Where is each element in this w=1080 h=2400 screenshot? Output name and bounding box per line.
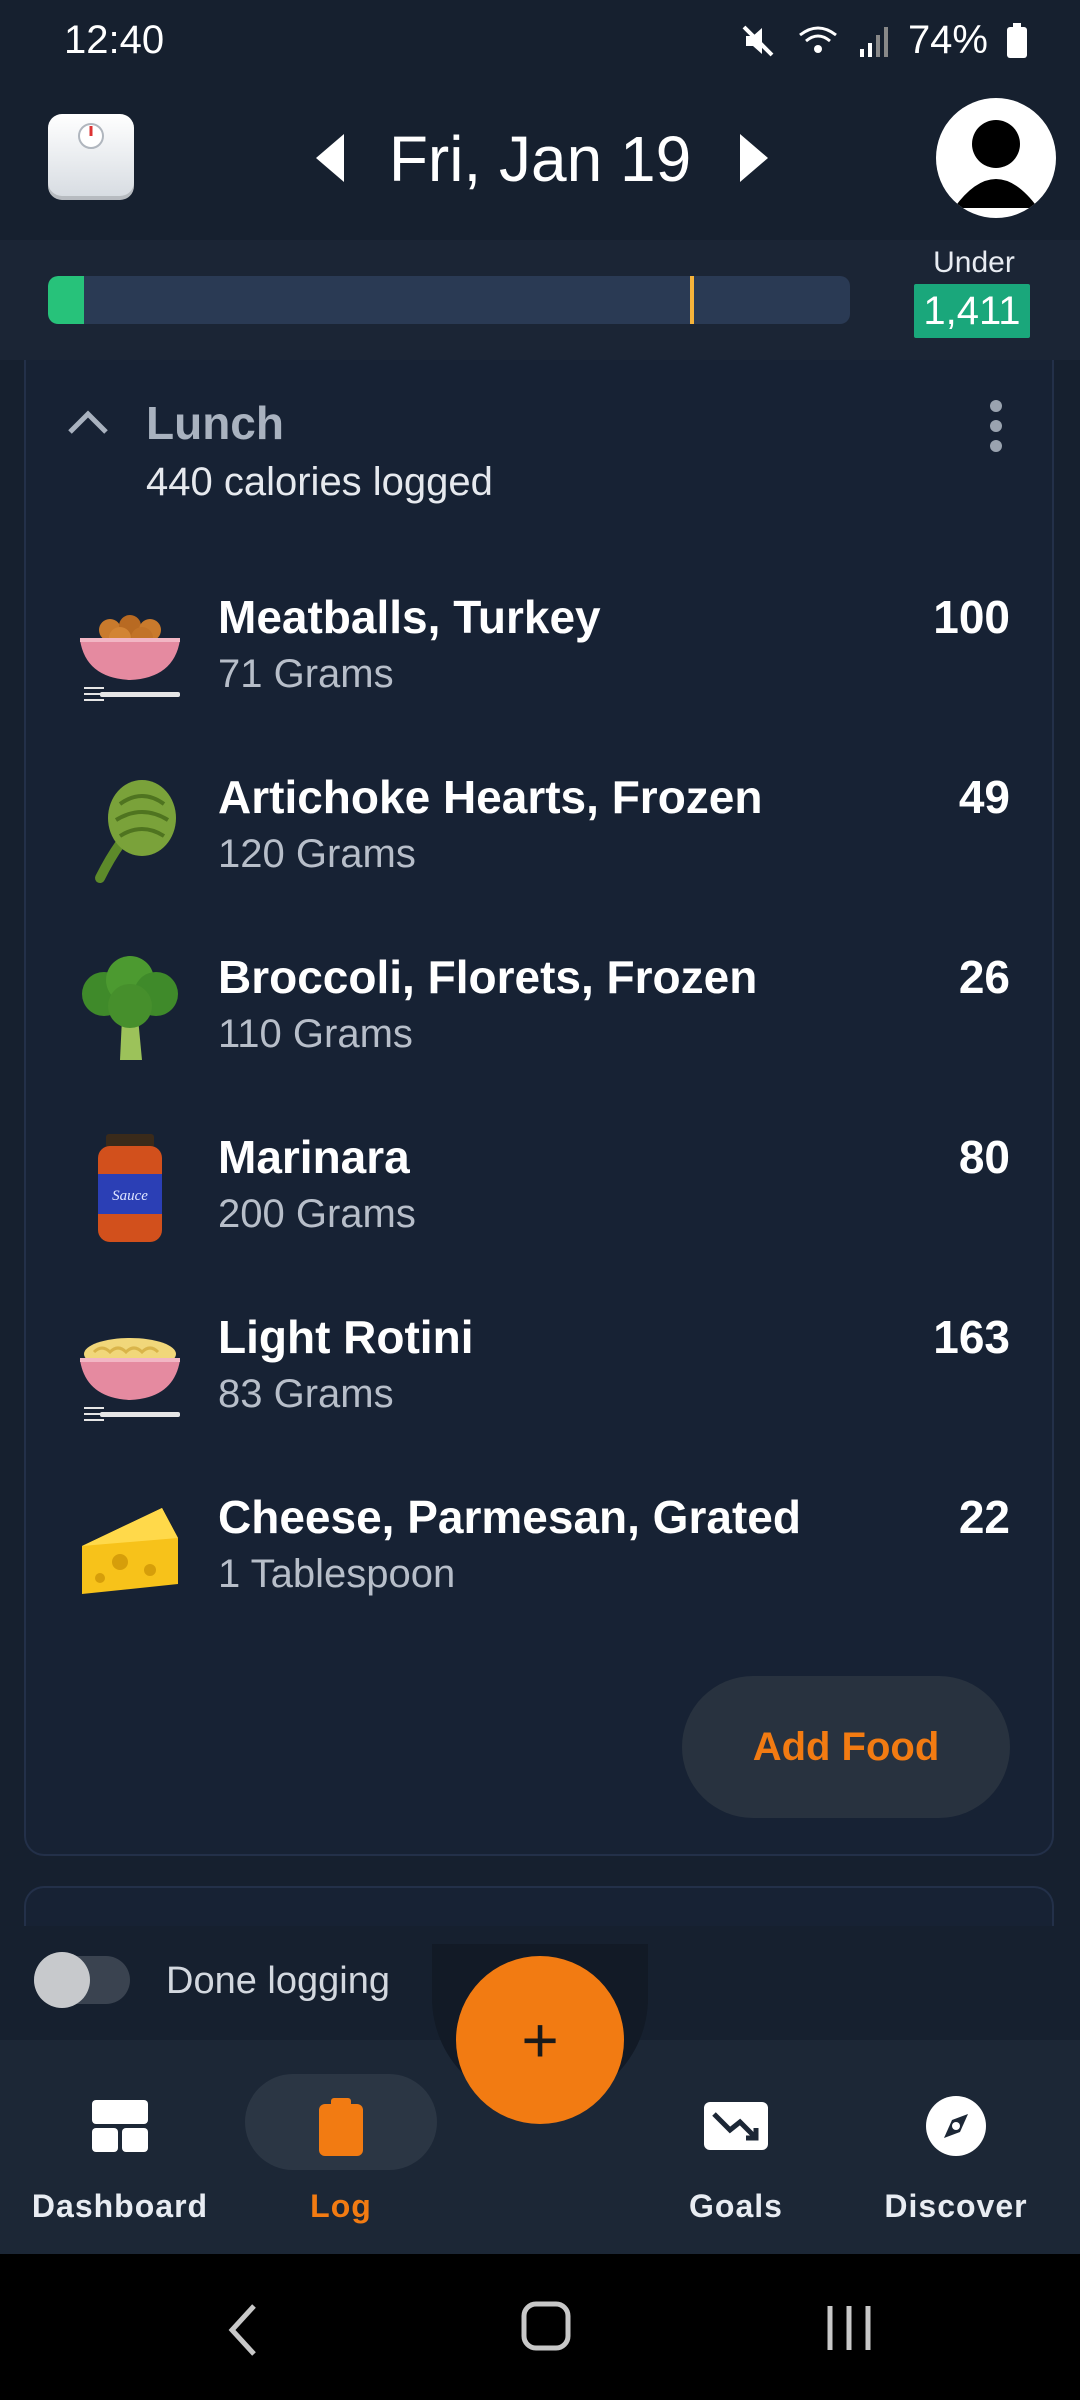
food-row[interactable]: Artichoke Hearts, Frozen 120 Grams 49 [26, 756, 1056, 936]
food-quantity: 71 Grams [218, 652, 394, 696]
cheese-icon [70, 1488, 190, 1608]
broccoli-icon [70, 948, 190, 1068]
food-quantity: 1 Tablespoon [218, 1552, 456, 1596]
mute-icon [738, 21, 778, 61]
food-name: Light Rotini [218, 1311, 474, 1363]
quick-add-button[interactable]: + [456, 1956, 624, 2124]
meal-card-lunch: Lunch 440 calories logged Meatballs, Tur… [24, 360, 1054, 1856]
sauce-jar-icon: Sauce [70, 1128, 190, 1248]
food-name: Broccoli, Florets, Frozen [218, 951, 758, 1003]
food-name: Cheese, Parmesan, Grated [218, 1491, 801, 1543]
chevron-up-icon[interactable] [66, 408, 110, 443]
trend-down-icon [704, 2094, 768, 2158]
nav-label-log: Log [310, 2188, 372, 2224]
status-time: 12:40 [64, 18, 165, 62]
back-icon[interactable] [226, 2302, 260, 2363]
under-label: Under [933, 246, 1015, 279]
status-icons: 74% [738, 18, 1028, 63]
calorie-progress-track [48, 276, 850, 324]
meal-title: Lunch [146, 397, 284, 449]
food-quantity: 120 Grams [218, 832, 416, 876]
top-app-bar: Fri, Jan 19 [0, 86, 1080, 240]
calorie-budget-bar: Under 1,411 [0, 240, 1080, 360]
previous-day-button[interactable] [312, 132, 348, 189]
battery-percent: 74% [907, 18, 988, 62]
nav-label-discover: Discover [884, 2188, 1028, 2224]
add-food-button[interactable]: Add Food [682, 1676, 1010, 1818]
more-options-icon[interactable] [986, 400, 1006, 460]
sauce-label: Sauce [112, 1188, 148, 1204]
meatball-bowl-icon [70, 588, 190, 708]
profile-avatar[interactable] [936, 98, 1056, 218]
nav-goals[interactable]: Goals [616, 2040, 856, 2254]
food-quantity: 83 Grams [218, 1372, 394, 1416]
recents-icon[interactable] [824, 2302, 874, 2359]
nav-label-dashboard: Dashboard [31, 2188, 209, 2224]
next-meal-card [24, 1886, 1054, 1926]
next-day-button[interactable] [736, 132, 772, 189]
food-row[interactable]: Meatballs, Turkey 71 Grams 100 [26, 576, 1056, 756]
status-bar: 12:40 74% [0, 0, 1080, 86]
under-value-badge: 1,411 [914, 284, 1030, 338]
food-name: Meatballs, Turkey [218, 591, 601, 643]
food-calories: 80 [958, 1131, 1010, 1183]
nav-log[interactable]: Log [221, 2040, 461, 2254]
nav-label-goals: Goals [689, 2188, 783, 2224]
nav-dashboard[interactable]: Dashboard [0, 2040, 240, 2254]
done-logging-toggle[interactable] [34, 1952, 130, 2008]
food-calories: 49 [958, 771, 1010, 823]
calorie-progress-fill [48, 276, 84, 324]
food-name: Artichoke Hearts, Frozen [218, 771, 763, 823]
food-row[interactable]: Cheese, Parmesan, Grated 1 Tablespoon 22 [26, 1476, 1056, 1656]
wifi-icon [796, 21, 840, 61]
food-calories: 163 [933, 1311, 1010, 1363]
toggle-knob [34, 1952, 90, 2008]
food-calories: 22 [958, 1491, 1010, 1543]
food-row[interactable]: Sauce Marinara 200 Grams 80 [26, 1116, 1056, 1296]
scale-icon[interactable] [48, 114, 134, 200]
dashboard-icon [88, 2094, 152, 2158]
signal-icon [858, 21, 890, 61]
food-calories: 26 [958, 951, 1010, 1003]
goal-marker [690, 276, 694, 324]
battery-icon [1006, 22, 1028, 59]
food-quantity: 200 Grams [218, 1192, 416, 1236]
nav-discover[interactable]: Discover [836, 2040, 1076, 2254]
done-logging-label: Done logging [166, 1960, 390, 2002]
date-label[interactable]: Fri, Jan 19 [380, 122, 700, 196]
food-row[interactable]: Broccoli, Florets, Frozen 110 Grams 26 [26, 936, 1056, 1116]
food-calories: 100 [933, 591, 1010, 643]
food-name: Marinara [218, 1131, 410, 1183]
food-row[interactable]: Light Rotini 83 Grams 163 [26, 1296, 1056, 1476]
artichoke-icon [70, 768, 190, 888]
compass-icon [924, 2094, 988, 2158]
food-quantity: 110 Grams [218, 1012, 413, 1056]
home-icon[interactable] [520, 2300, 572, 2357]
pasta-bowl-icon [70, 1308, 190, 1428]
clipboard-icon [309, 2094, 373, 2158]
system-navigation-bar [0, 2254, 1080, 2400]
meal-calories-logged: 440 calories logged [146, 460, 493, 504]
